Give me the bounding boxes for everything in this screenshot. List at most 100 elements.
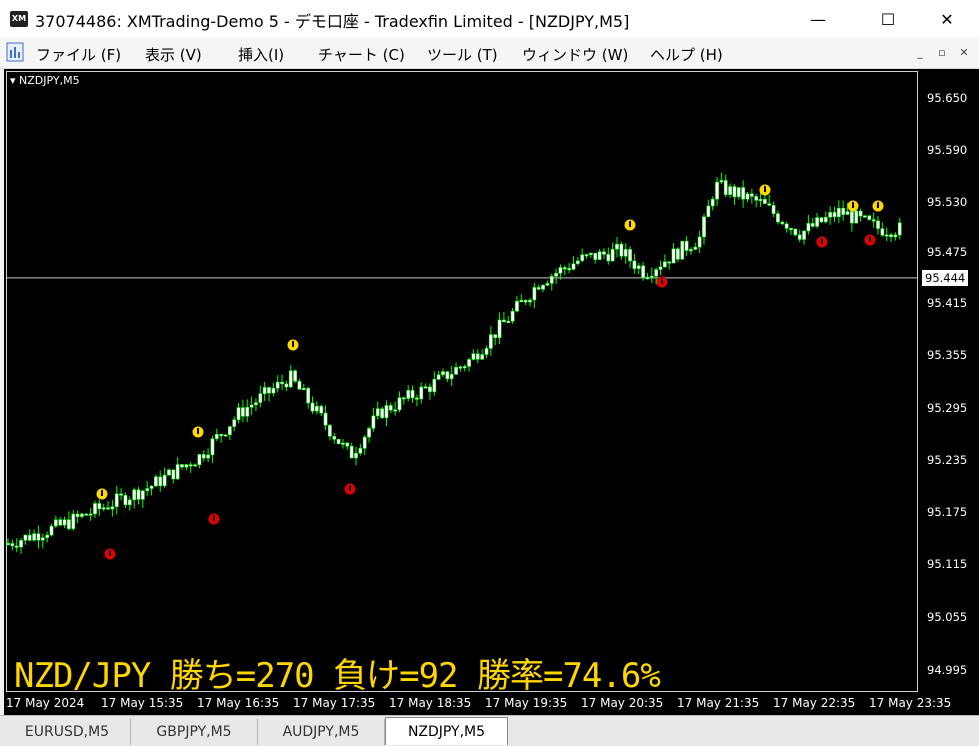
sell-signal-icon-mark [101,490,103,496]
candle-body [388,405,393,411]
candle-body [93,503,97,515]
candle-body [628,249,632,262]
candle-body [471,353,476,360]
candle-body [275,381,280,389]
candle-body [802,230,806,240]
price-tick: 95.590 [927,143,968,157]
time-tick: 17 May 18:35 [389,696,472,710]
candle-body [71,513,76,529]
candle-body [819,217,824,223]
price-tick: 95.055 [927,610,968,624]
candle-body [554,272,558,277]
candle-body [106,507,110,510]
candle-body [797,234,802,240]
buy-signal-icon-mark [109,550,111,556]
candle-body [497,319,502,338]
candle-body [315,405,319,412]
candle-body [14,545,19,548]
tab-nzdjpy[interactable]: NZDJPY,M5 [385,717,508,745]
candle-body [780,221,785,225]
sell-signal-icon-mark [852,202,854,208]
candle-body [136,489,141,500]
candle-body [854,210,859,224]
candle-body [219,434,224,437]
candle-body [284,383,289,388]
sell-signal-icon [759,184,771,196]
price-tick: 95.530 [927,195,968,209]
candle-body [410,390,415,399]
candle-body [110,506,115,510]
tab-audjpy[interactable]: AUDJPY,M5 [258,719,385,745]
candle-body [358,448,363,454]
candle-body [154,476,158,487]
candle-body [10,543,15,547]
candle-body [402,397,406,400]
candle-body [271,387,276,394]
candle-body [258,393,263,403]
sell-signal-icon [624,219,636,231]
candle-body [719,180,724,183]
candle-body [580,254,585,262]
candle-body [593,252,598,260]
candle-body [419,386,424,400]
candle-body [354,452,358,459]
candle-body [132,489,137,501]
candle-body [893,234,898,238]
candle-body [423,386,428,389]
sell-signal-icon-mark [764,186,766,192]
candle-body [645,277,650,280]
tab-gbpjpy[interactable]: GBPJPY,M5 [131,719,258,745]
candle-body [467,359,471,367]
candle-body [706,205,711,217]
buy-signal-icon [816,236,828,248]
candle-body [710,198,715,207]
candle-body [484,348,489,355]
candle-body [40,537,45,541]
candle-body [828,212,832,218]
chart-symbol-label: ▾ NZDJPY,M5 [10,74,80,87]
win-rate-stats: NZD/JPY 勝ち=270 負け=92 勝率=74.6% [14,656,661,696]
candle-body [141,490,145,500]
candle-body [810,223,815,227]
buy-signal-icon-mark [661,278,663,284]
candle-body [249,404,254,408]
candle-body [880,228,885,236]
candle-body [776,213,780,223]
candle-body [493,334,498,338]
candle-body [680,240,685,260]
candle-body [341,442,345,445]
candle-body [449,374,454,380]
candle-body [301,388,306,391]
sell-signal-icon [847,200,859,212]
candle-body [375,408,380,417]
candle-body [201,454,206,459]
candle-body [27,534,32,541]
candle-body [567,268,571,271]
candle-body [336,439,341,445]
buy-signal-icon [104,548,116,560]
candle-body [636,265,641,269]
buy-signal-icon [656,276,668,288]
candle-body [36,533,41,541]
candle-body [876,220,880,229]
candle-body [750,193,754,197]
current-price-label: 95.444 [922,270,968,286]
candle-body [254,402,258,406]
price-tick: 95.415 [927,296,968,310]
candle-body [88,513,93,516]
candle-body [293,370,297,382]
time-tick: 17 May 17:35 [293,696,376,710]
buy-signal-icon-mark [213,515,215,521]
candle-body [162,474,167,487]
time-tick: 17 May 2024 [6,696,85,710]
candle-body [871,219,876,222]
candle-body [62,519,67,526]
candle-body [571,263,576,270]
price-tick: 95.475 [927,245,968,259]
candle-body [632,260,637,269]
tab-eurusd[interactable]: EURUSD,M5 [4,719,131,745]
candle-body [393,409,397,412]
price-tick: 95.295 [927,401,968,415]
candle-body [649,275,654,278]
candle-body [75,513,80,517]
